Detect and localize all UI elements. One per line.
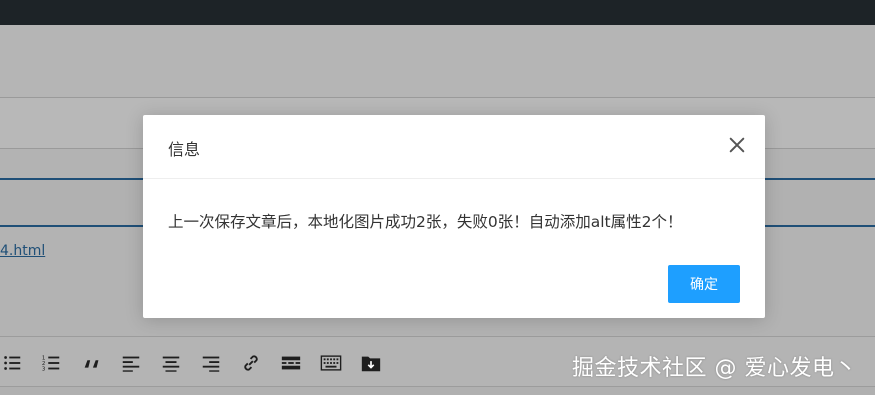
- keyboard-icon[interactable]: [319, 351, 343, 375]
- dialog-header: 信息: [143, 115, 765, 179]
- close-icon[interactable]: [727, 135, 747, 155]
- info-dialog: 信息 上一次保存文章后，本地化图片成功2张，失败0张！自动添加alt属性2个！ …: [143, 115, 765, 318]
- align-left-icon[interactable]: [119, 351, 143, 375]
- confirm-button[interactable]: 确定: [668, 265, 740, 303]
- read-more-icon[interactable]: [279, 351, 303, 375]
- align-right-icon[interactable]: [199, 351, 223, 375]
- numbered-list-icon[interactable]: 123: [39, 351, 63, 375]
- dialog-title: 信息: [168, 140, 201, 159]
- align-center-icon[interactable]: [159, 351, 183, 375]
- link-icon[interactable]: [239, 351, 263, 375]
- svg-text:3: 3: [42, 366, 46, 372]
- editor-header-area: [0, 25, 875, 97]
- dialog-message: 上一次保存文章后，本地化图片成功2张，失败0张！自动添加alt属性2个！: [168, 213, 683, 231]
- folder-download-icon[interactable]: [359, 351, 383, 375]
- admin-top-bar: [0, 0, 875, 25]
- watermark-text: 掘金技术社区 @ 爱心发电丶: [572, 356, 857, 381]
- bulleted-list-icon[interactable]: [0, 351, 24, 375]
- quote-icon[interactable]: [80, 351, 104, 375]
- permalink-link[interactable]: 4.html: [0, 243, 45, 259]
